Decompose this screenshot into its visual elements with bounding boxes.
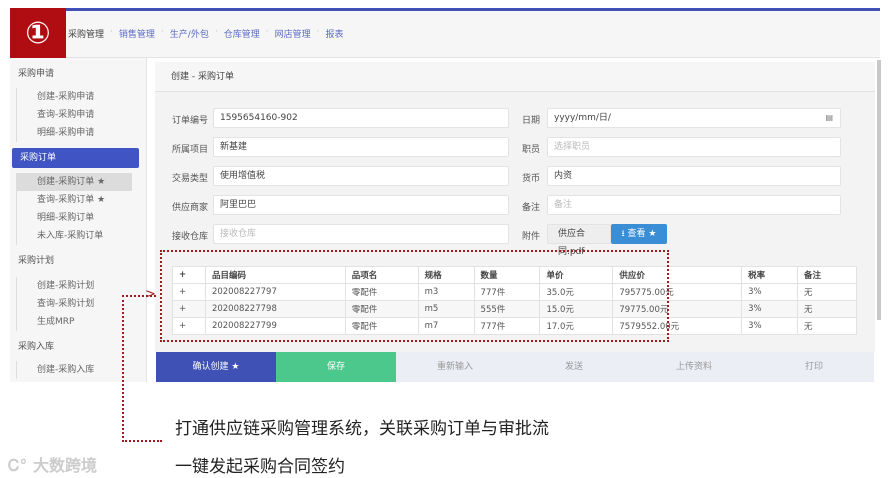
project-input[interactable]: 新基建 — [213, 137, 509, 157]
nav-production[interactable]: 生产/外包 — [170, 27, 209, 40]
attachment-label: 附件 — [522, 232, 541, 242]
sidebar: 采购申请 创建-采购申请 查询-采购申请 明细-采购申请 采购订单 创建-采购订… — [10, 58, 147, 382]
table-cell: 无 — [797, 300, 857, 318]
save-button[interactable]: 保存 — [276, 352, 396, 382]
upload-button[interactable]: 上传资料 — [634, 352, 754, 382]
supplier-label: 供应商家 — [172, 203, 209, 213]
watermark-logo: Ꮯ° 大数跨境 — [8, 452, 97, 476]
nav-purchase[interactable]: 采购管理 — [68, 27, 104, 40]
col-note: 备注 — [797, 266, 857, 284]
sidebar-group-order[interactable]: 采购订单 — [12, 148, 139, 168]
order-no-label: 订单编号 — [172, 116, 209, 126]
table-cell: 无 — [797, 283, 857, 301]
sidebar-item[interactable]: 查询-采购计划 — [16, 295, 146, 313]
confirm-create-button[interactable]: 确认创建 ★ — [156, 352, 276, 382]
sidebar-item[interactable]: 创建-采购入库 — [16, 361, 146, 379]
reset-button[interactable]: 重新输入 — [396, 352, 514, 382]
attachment-file: 供应合同.pdf — [547, 224, 611, 257]
top-accent-bar — [10, 8, 880, 11]
caption-line-2: 一键发起采购合同签约 — [175, 457, 345, 477]
note-input[interactable]: 备注 — [547, 195, 841, 215]
table-cell: 无 — [797, 317, 857, 335]
table-cell: 3% — [741, 300, 799, 318]
trade-type-label: 交易类型 — [172, 174, 209, 184]
staff-input[interactable]: 选择职员 — [547, 137, 841, 157]
sidebar-item[interactable]: 查询-采购申请 — [16, 106, 146, 124]
download-icon: ⭳ — [621, 229, 625, 239]
date-input[interactable]: yyyy/mm/日/ ▤ — [547, 108, 841, 128]
table-cell: 3% — [741, 317, 799, 335]
nav-shop[interactable]: 网店管理 — [275, 27, 311, 40]
calendar-icon[interactable]: ▤ — [825, 109, 833, 127]
send-button[interactable]: 发送 — [514, 352, 634, 382]
sidebar-item[interactable]: 明细-采购申请 — [16, 124, 146, 142]
page-title: 创建 - 采购订单 — [155, 62, 875, 92]
sidebar-item[interactable]: 未入库-采购订单 — [16, 227, 146, 245]
nav-reports[interactable]: 报表 — [325, 27, 343, 40]
date-label: 日期 — [522, 116, 541, 126]
currency-label: 货币 — [522, 174, 541, 184]
watermark-text: 大数跨境 — [32, 456, 97, 475]
sidebar-group-request[interactable]: 采购申请 — [10, 64, 146, 84]
col-tax: 税率 — [741, 266, 799, 284]
note-label: 备注 — [522, 203, 541, 213]
arrow-head-icon: > — [145, 287, 156, 302]
trade-type-input[interactable]: 使用增值税 — [213, 166, 509, 186]
callout-line — [122, 440, 162, 442]
warehouse-input[interactable]: 接收仓库 — [213, 224, 509, 244]
scrollbar[interactable] — [877, 60, 881, 320]
view-attachment-button[interactable]: ⭳ 查看 ★ — [611, 224, 667, 244]
sidebar-item[interactable]: 明细-采购订单 — [16, 209, 146, 227]
sidebar-item[interactable]: 创建-采购申请 — [16, 88, 146, 106]
sidebar-group-plan[interactable]: 采购计划 — [10, 251, 146, 271]
table-cell: 3% — [741, 283, 799, 301]
nav-sales[interactable]: 销售管理 — [119, 27, 155, 40]
watermark-icon: Ꮯ° — [8, 456, 28, 475]
nav-warehouse[interactable]: 仓库管理 — [224, 27, 260, 40]
date-value: yyyy/mm/日/ — [554, 113, 611, 123]
print-button[interactable]: 打印 — [754, 352, 874, 382]
supplier-input[interactable]: 阿里巴巴 — [213, 195, 509, 215]
sidebar-item[interactable]: 创建-采购计划 — [16, 277, 146, 295]
step-badge: ① — [10, 8, 66, 58]
caption-line-1: 打通供应链采购管理系统，关联采购订单与审批流 — [175, 419, 549, 439]
sidebar-item[interactable]: 生成MRP — [16, 313, 146, 331]
staff-label: 职员 — [522, 145, 541, 155]
callout-line — [122, 295, 124, 442]
sidebar-item[interactable]: 查询-采购订单 ★ — [16, 191, 146, 209]
warehouse-label: 接收仓库 — [172, 232, 209, 242]
view-button-label: 查看 ★ — [627, 229, 657, 239]
order-no-input[interactable]: 1595654160-902 — [213, 108, 509, 128]
sidebar-item-selected[interactable]: 创建-采购订单 ★ — [16, 173, 132, 191]
main-nav: 采购管理 · 销售管理 · 生产/外包 · 仓库管理 · 网店管理 · 报表 — [68, 27, 344, 40]
sidebar-group-inbound[interactable]: 采购入库 — [10, 337, 146, 357]
project-label: 所属项目 — [172, 145, 209, 155]
currency-input[interactable]: 内资 — [547, 166, 841, 186]
highlight-box — [160, 250, 669, 342]
